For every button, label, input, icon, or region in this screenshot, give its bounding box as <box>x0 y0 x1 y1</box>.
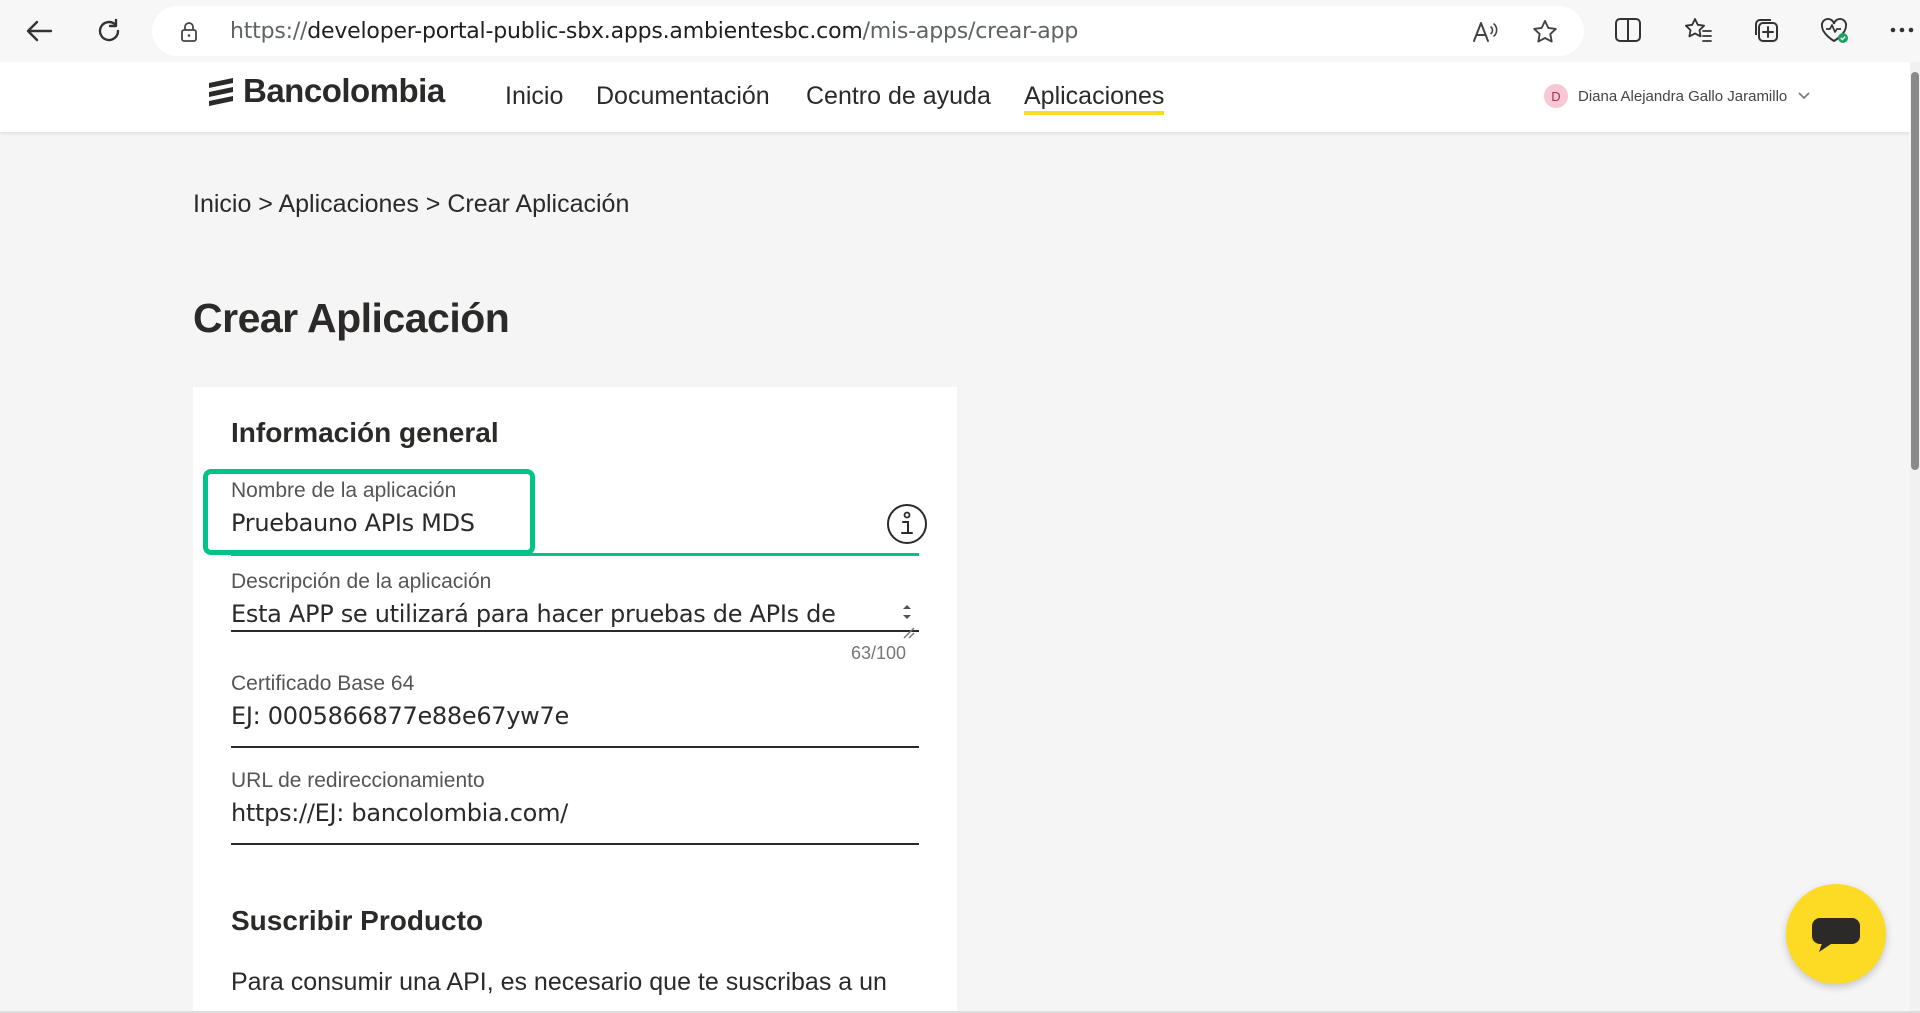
certificate-underline <box>231 746 919 748</box>
certificate-input[interactable]: EJ: 0005866877e88e67yw7e <box>231 702 919 730</box>
browser-essentials-icon[interactable] <box>1818 14 1850 46</box>
nav-documentacion[interactable]: Documentación <box>596 82 770 111</box>
redirect-url-field[interactable]: URL de redireccionamiento https://EJ: ba… <box>231 769 919 845</box>
bancolombia-logo[interactable]: Bancolombia <box>205 72 445 110</box>
favorites-icon[interactable] <box>1682 14 1714 46</box>
section-title-general: Información general <box>231 417 499 448</box>
url-text[interactable]: https://developer-portal-public-sbx.apps… <box>230 19 1078 44</box>
create-app-form-card: Información general Nombre de la aplicac… <box>193 387 957 1013</box>
refresh-icon[interactable] <box>88 10 130 52</box>
app-description-textarea[interactable]: Esta APP se utilizará para hacer pruebas… <box>231 600 919 628</box>
description-char-counter: 63/100 <box>851 643 907 663</box>
subscribe-description: Para consumir una API, es necesario que … <box>231 968 887 996</box>
highlight-box <box>203 469 535 555</box>
info-icon[interactable] <box>886 503 928 545</box>
lock-icon[interactable] <box>180 21 198 48</box>
textarea-spinner-icon[interactable] <box>899 601 915 628</box>
chat-icon <box>1812 918 1860 952</box>
redirect-url-input[interactable]: https://EJ: bancolombia.com/ <box>231 799 919 827</box>
scrollbar-thumb[interactable] <box>1911 72 1919 470</box>
avatar: D <box>1544 84 1568 108</box>
section-title-subscribe: Suscribir Producto <box>231 905 484 936</box>
certificate-label: Certificado Base 64 <box>231 672 415 695</box>
bancolombia-logo-icon <box>209 78 233 106</box>
user-menu[interactable]: D Diana Alejandra Gallo Jaramillo <box>1544 84 1811 108</box>
url-prefix: https:// <box>230 19 308 44</box>
split-screen-icon[interactable] <box>1612 14 1644 46</box>
site-header: Bancolombia Inicio Documentación Centro … <box>0 62 1910 132</box>
favorite-star-icon[interactable] <box>1530 18 1560 46</box>
app-description-field[interactable]: Descripción de la aplicación Esta APP se… <box>231 570 919 632</box>
address-bar[interactable]: https://developer-portal-public-sbx.apps… <box>152 6 1584 56</box>
breadcrumb[interactable]: Inicio > Aplicaciones > Crear Aplicación <box>193 190 629 219</box>
browser-toolbar: https://developer-portal-public-sbx.apps… <box>0 0 1920 62</box>
chat-button[interactable] <box>1786 884 1886 984</box>
certificate-field[interactable]: Certificado Base 64 EJ: 0005866877e88e67… <box>231 672 919 748</box>
more-menu-icon[interactable] <box>1886 14 1918 46</box>
redirect-url-label: URL de redireccionamiento <box>231 769 485 792</box>
chevron-down-icon <box>1798 92 1810 100</box>
app-description-underline <box>231 630 919 632</box>
page-title: Crear Aplicación <box>193 295 510 341</box>
app-description-label: Descripción de la aplicación <box>231 570 492 593</box>
user-name: Diana Alejandra Gallo Jaramillo <box>1578 87 1788 105</box>
nav-aplicaciones[interactable]: Aplicaciones <box>1024 82 1165 115</box>
nav-inicio[interactable]: Inicio <box>505 82 563 111</box>
back-icon[interactable] <box>18 10 60 52</box>
logo-text: Bancolombia <box>243 72 445 109</box>
collections-icon[interactable] <box>1750 14 1782 46</box>
url-domain: developer-portal-public-sbx.apps.ambient… <box>307 19 863 44</box>
nav-centro-de-ayuda[interactable]: Centro de ayuda <box>806 82 991 111</box>
textarea-resize-icon[interactable] <box>901 625 915 644</box>
url-path: /mis-apps/crear-app <box>862 19 1079 44</box>
read-aloud-icon[interactable] <box>1470 18 1500 46</box>
redirect-url-underline <box>231 843 919 845</box>
